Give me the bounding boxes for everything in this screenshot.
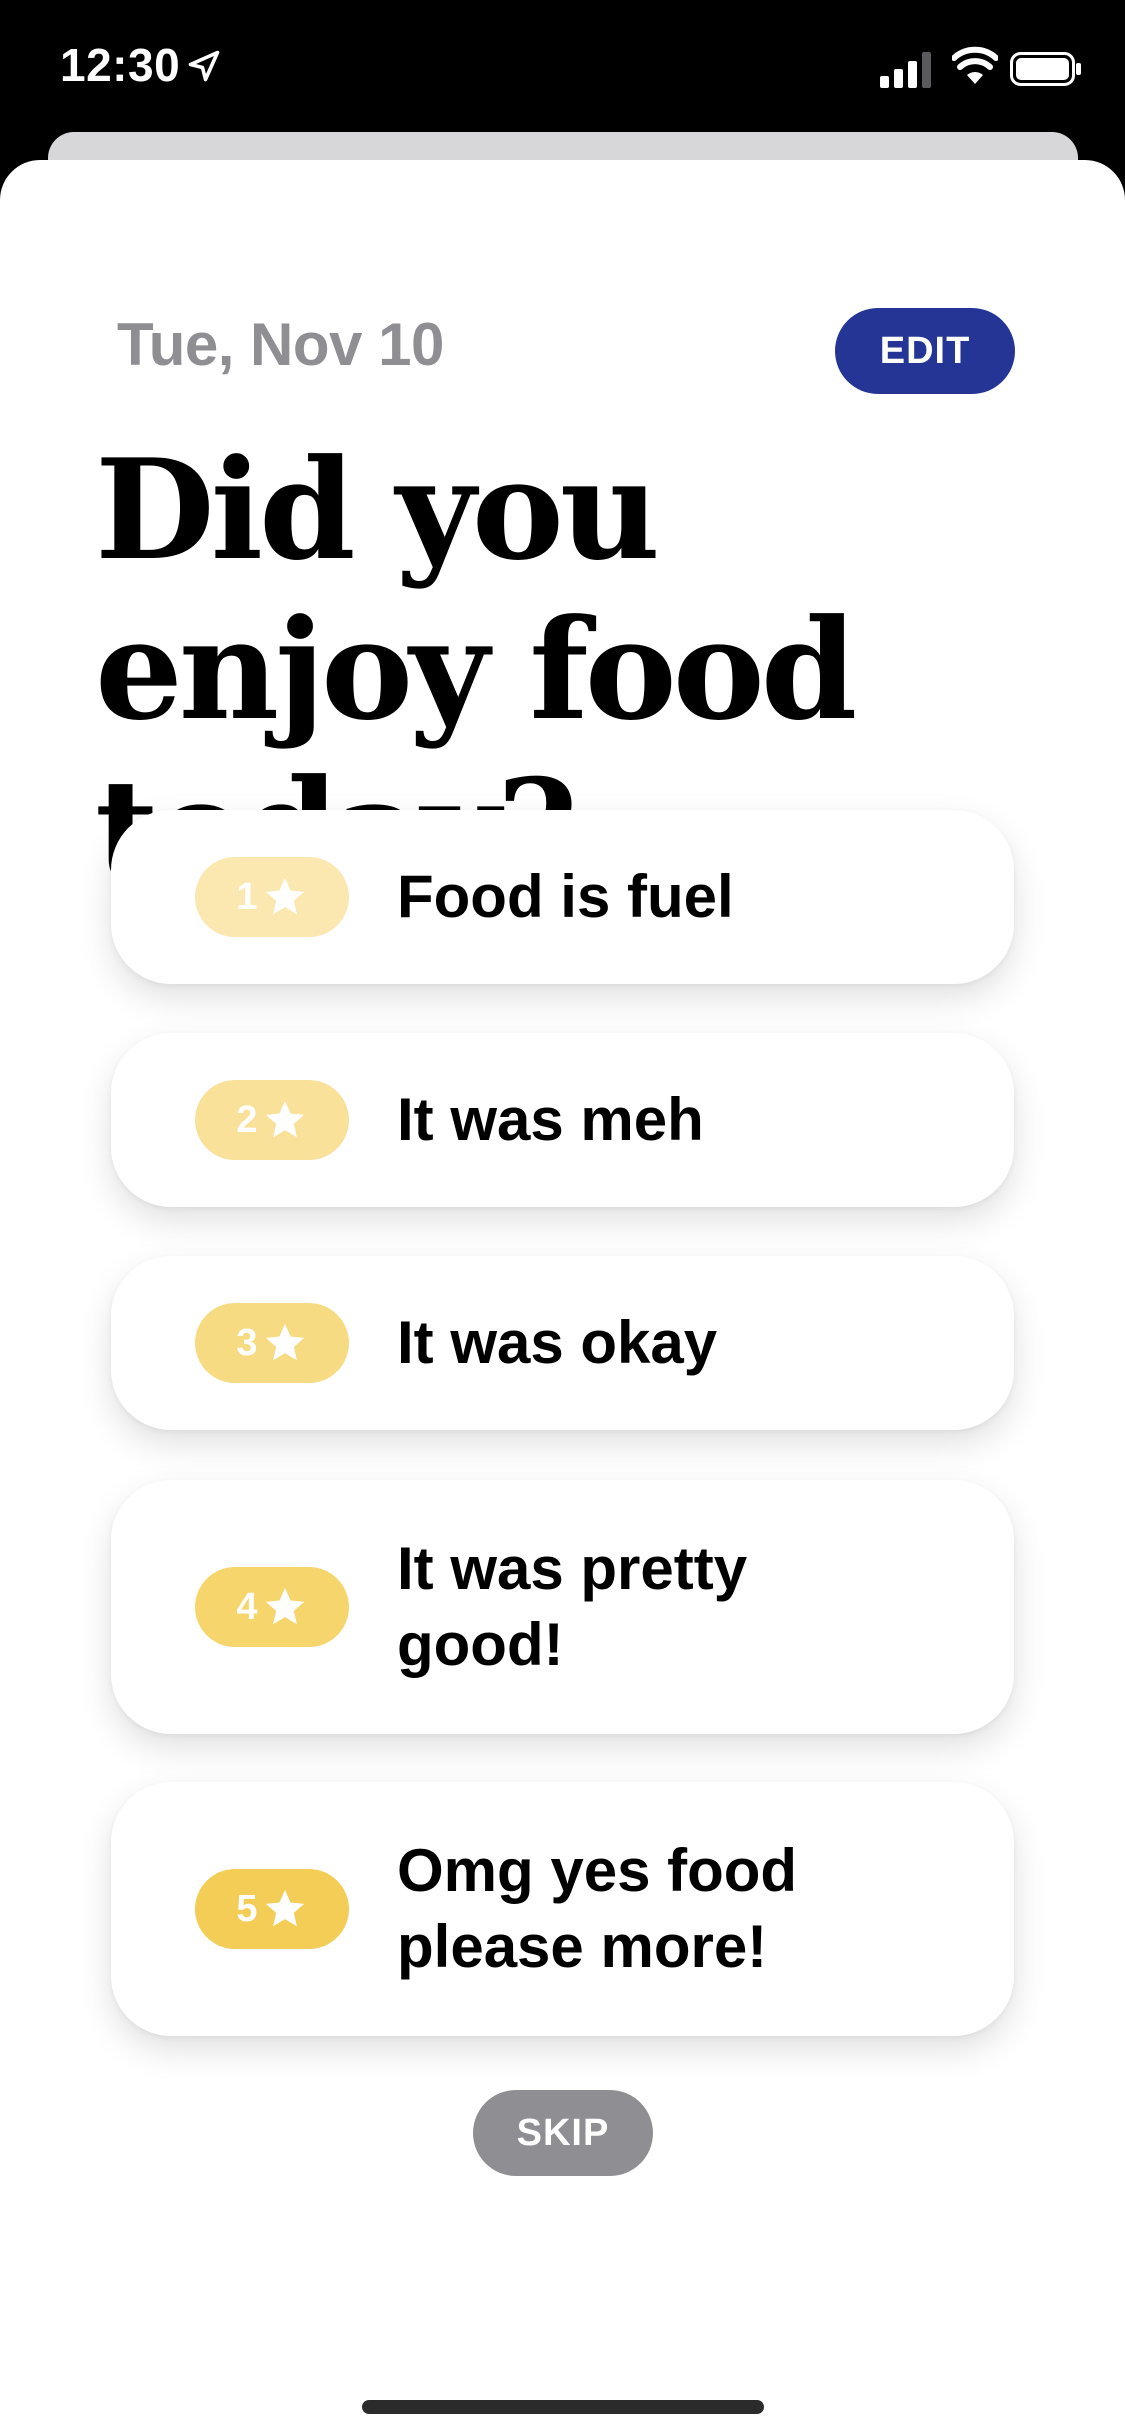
rating-badge: 3 (195, 1303, 349, 1383)
rating-number: 2 (236, 1098, 258, 1141)
cellular-signal-icon (880, 52, 931, 88)
rating-badge: 5 (195, 1869, 349, 1949)
rating-option-2[interactable]: 2 It was meh (111, 1033, 1014, 1207)
rating-option-label: It was pretty good! (397, 1535, 748, 1678)
star-icon (265, 1100, 304, 1138)
status-time: 12:30 (60, 39, 181, 91)
rating-option-label: Food is fuel (397, 863, 734, 930)
rating-option-label: It was meh (397, 1086, 704, 1153)
rating-option-3[interactable]: 3 It was okay (111, 1256, 1014, 1430)
rating-option-label: It was okay (397, 1309, 718, 1376)
battery-icon (1010, 52, 1081, 86)
rating-number: 3 (236, 1321, 258, 1364)
location-arrow-icon (188, 50, 220, 82)
star-icon (265, 877, 304, 915)
star-icon (265, 1323, 304, 1361)
star-icon (265, 1889, 304, 1927)
rating-number: 4 (236, 1585, 258, 1628)
rating-option-4[interactable]: 4 It was pretty good! (111, 1480, 1014, 1734)
rating-badge: 4 (195, 1567, 349, 1647)
rating-option-5[interactable]: 5 Omg yes food please more! (111, 1782, 1014, 2036)
home-indicator (362, 2400, 764, 2414)
rating-badge: 2 (195, 1080, 349, 1160)
rating-number: 1 (236, 875, 258, 918)
rating-number: 5 (236, 1887, 258, 1930)
rating-badge: 1 (195, 857, 349, 937)
star-icon (265, 1587, 304, 1625)
rating-option-1[interactable]: 1 Food is fuel (111, 810, 1014, 984)
wifi-icon (952, 46, 998, 84)
rating-sheet: Tue, Nov 10 EDIT Did you enjoy food toda… (0, 160, 1125, 2436)
date-label: Tue, Nov 10 (117, 311, 444, 378)
edit-button[interactable]: EDIT (835, 308, 1015, 394)
status-bar: 12:30 (0, 0, 1125, 140)
rating-option-label: Omg yes food please more! (397, 1837, 798, 1980)
skip-button[interactable]: SKIP (473, 2090, 653, 2176)
